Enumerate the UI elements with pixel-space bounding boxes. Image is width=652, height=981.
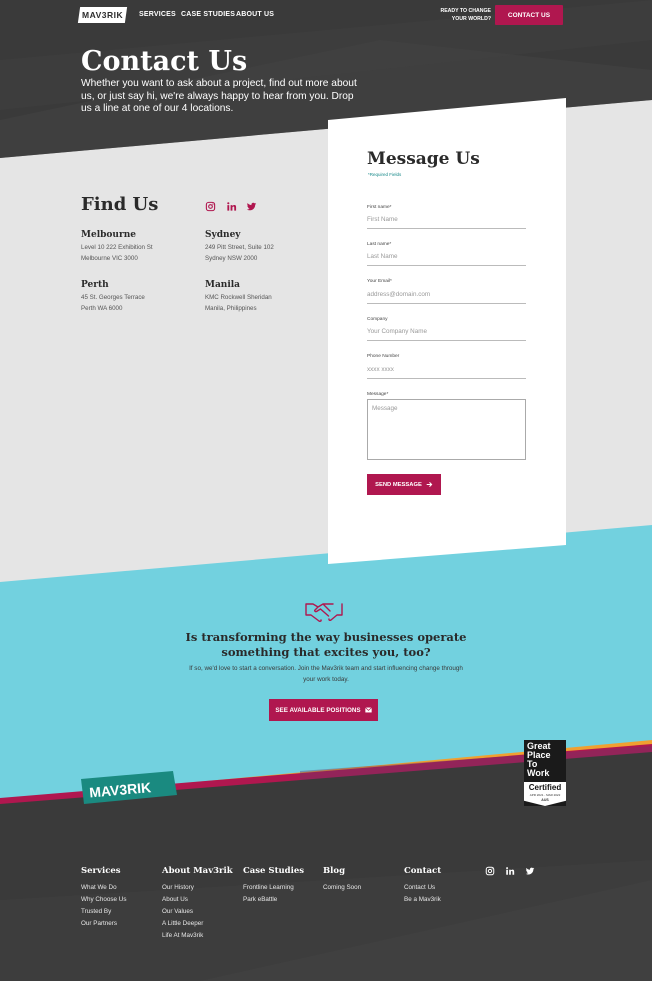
footer-col-about: About Mav3rik Our History About Us Our V… — [162, 866, 233, 942]
footer-link[interactable]: Contact Us — [404, 882, 441, 894]
phone-field[interactable]: xxxx xxxx — [367, 366, 526, 379]
twitter-icon[interactable] — [525, 866, 535, 876]
ready-to-change-text: READY TO CHANGE YOUR WORLD? — [440, 8, 491, 22]
footer-heading: Blog — [323, 866, 346, 876]
footer-link[interactable]: A Little Deeper — [162, 918, 233, 930]
email-label: Your Email* — [367, 279, 392, 284]
instagram-icon[interactable] — [205, 201, 216, 212]
nav-case-studies[interactable]: CASE STUDIES — [181, 11, 235, 18]
location-city: Manila — [205, 280, 241, 290]
brand-logo[interactable]: MAV3RIK — [77, 7, 128, 23]
cta-title: Is transforming the way businesses opera… — [185, 630, 467, 659]
location-address: 249 Pitt Street, Suite 102 — [205, 244, 274, 251]
contact-us-button[interactable]: CONTACT US — [495, 5, 563, 25]
location-city: Perth — [81, 280, 109, 290]
footer-link[interactable]: Our History — [162, 882, 233, 894]
footer-link[interactable]: Be a Mav3rik — [404, 894, 441, 906]
footer-logo[interactable]: MAV3RIK — [81, 771, 177, 804]
location-sydney: Sydney 249 Pitt Street, Suite 102 Sydney… — [205, 230, 274, 264]
last-name-field[interactable]: Last Name — [367, 253, 526, 266]
nav-about-us[interactable]: ABOUT US — [236, 11, 274, 18]
nav-services[interactable]: SERVICES — [139, 11, 176, 18]
top-nav: MAV3RIK SERVICES CASE STUDIES ABOUT US R… — [0, 0, 652, 30]
footer-col-blog: Blog Coming Soon — [323, 866, 361, 894]
send-message-label: SEND MESSAGE — [375, 481, 422, 488]
location-address: Level 10 222 Exhibition St — [81, 244, 153, 251]
footer-social — [485, 866, 535, 876]
company-label: Company — [367, 317, 388, 322]
great-place-to-work-badge: Great Place To Work Certified APR 2021 -… — [524, 740, 566, 806]
location-address: Sydney NSW 2000 — [205, 254, 258, 262]
cta-description: If so, we'd love to start a conversation… — [189, 665, 463, 683]
email-field[interactable]: address@domain.com — [367, 291, 526, 304]
footer-heading: Services — [81, 866, 121, 876]
message-textarea[interactable]: Message — [367, 399, 526, 460]
required-fields-note: *Required Fields — [368, 172, 402, 177]
footer-heading: Contact — [404, 866, 442, 876]
instagram-icon[interactable] — [485, 866, 495, 876]
see-positions-button[interactable]: SEE AVAILABLE POSITIONS — [269, 699, 378, 721]
footer-col-contact: Contact Contact Us Be a Mav3rik — [404, 866, 441, 906]
location-address: 45 St. Georges Terrace — [81, 294, 145, 301]
arrow-right-icon — [426, 482, 433, 487]
footer-link[interactable]: About Us — [162, 894, 233, 906]
send-message-button[interactable]: SEND MESSAGE — [367, 474, 441, 495]
location-address: Perth WA 6000 — [81, 304, 123, 312]
page-background — [0, 0, 652, 981]
handshake-icon — [305, 603, 343, 622]
footer-link[interactable]: Life At Mav3rik — [162, 930, 233, 942]
footer-heading: About Mav3rik — [162, 866, 233, 876]
last-name-label: Last name* — [367, 242, 392, 247]
page-title: Contact Us — [81, 46, 248, 77]
location-address: Melbourne VIC 3000 — [81, 254, 138, 262]
envelope-icon — [364, 707, 372, 713]
footer-heading: Case Studies — [243, 866, 305, 876]
footer-link[interactable]: Our Partners — [81, 918, 127, 930]
location-melbourne: Melbourne Level 10 222 Exhibition St Mel… — [81, 230, 153, 264]
footer-col-services: Services What We Do Why Choose Us Truste… — [81, 866, 127, 930]
badge-dates: APR 2021 - MAR 2022 — [529, 793, 561, 797]
form-title: Message Us — [367, 149, 480, 169]
footer-link[interactable]: Frontline Learning — [243, 882, 304, 894]
footer-link[interactable]: Our Values — [162, 906, 233, 918]
badge-country: AUS — [541, 798, 549, 802]
location-address: KMC Rockwell Sheridan — [205, 294, 272, 301]
company-field[interactable]: Your Company Name — [367, 328, 526, 341]
twitter-icon[interactable] — [246, 201, 257, 212]
badge-certified: Certified APR 2021 - MAR 2022 AUS — [524, 782, 566, 806]
badge-text: Work — [527, 768, 550, 778]
find-us-title: Find Us — [81, 194, 159, 215]
location-city: Melbourne — [81, 230, 136, 240]
location-perth: Perth 45 St. Georges Terrace Perth WA 60… — [81, 280, 145, 314]
location-manila: Manila KMC Rockwell Sheridan Manila, Phi… — [205, 280, 272, 314]
hero-description: Whether you want to ask about a project,… — [81, 78, 357, 114]
message-label: Message* — [367, 392, 389, 397]
linkedin-icon[interactable] — [505, 866, 515, 876]
location-city: Sydney — [205, 230, 241, 240]
footer-link[interactable]: Why Choose Us — [81, 894, 127, 906]
badge-certified-text: Certified — [528, 783, 562, 792]
first-name-label: First name* — [367, 205, 392, 210]
linkedin-icon[interactable] — [226, 201, 237, 212]
footer-link[interactable]: Coming Soon — [323, 882, 361, 894]
first-name-field[interactable]: First Name — [367, 216, 526, 229]
footer-link[interactable]: Trusted By — [81, 906, 127, 918]
footer-link[interactable]: What We Do — [81, 882, 127, 894]
footer-col-case-studies: Case Studies Frontline Learning Park eBa… — [243, 866, 304, 906]
footer-link[interactable]: Park eBattle — [243, 894, 304, 906]
location-address: Manila, Philippines — [205, 304, 257, 312]
see-positions-label: SEE AVAILABLE POSITIONS — [275, 706, 361, 714]
phone-label: Phone Number — [367, 354, 400, 359]
